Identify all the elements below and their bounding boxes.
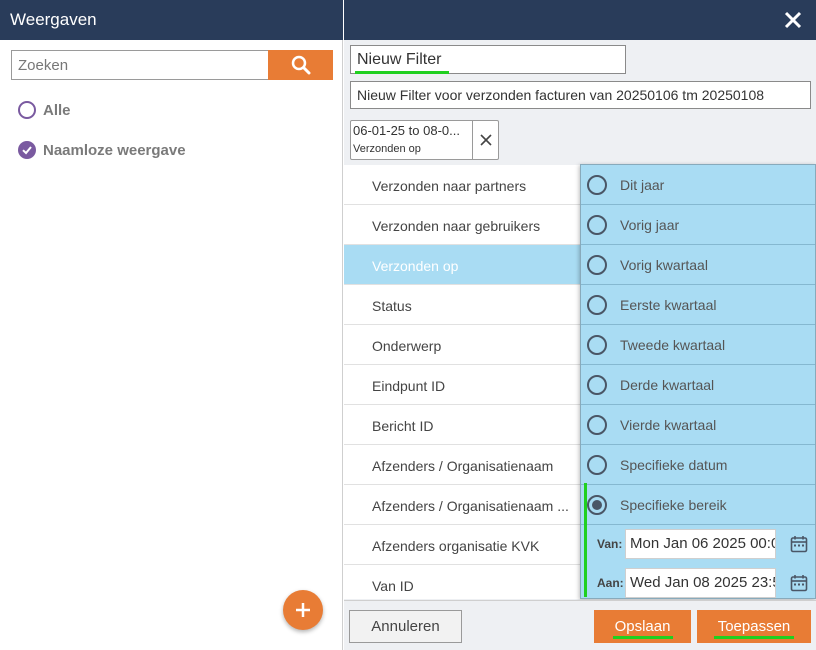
radio-icon xyxy=(587,254,607,275)
option-label: Specifieke bereik xyxy=(620,496,727,513)
close-icon xyxy=(480,134,492,146)
view-label: Alle xyxy=(43,101,71,119)
field-item-active[interactable]: Verzonden op xyxy=(344,245,584,285)
apply-button[interactable]: Toepassen xyxy=(697,610,811,643)
close-icon xyxy=(784,11,802,29)
option-label: Vorig kwartaal xyxy=(620,256,708,273)
field-item[interactable]: Afzenders / Organisatienaam ... xyxy=(344,485,584,525)
search-icon xyxy=(291,55,310,75)
chip-value: 06-01-25 to 08-0... xyxy=(353,123,460,138)
radio-icon xyxy=(587,454,607,475)
field-item[interactable]: Onderwerp xyxy=(344,325,584,365)
radio-icon xyxy=(587,334,607,355)
save-button[interactable]: Opslaan xyxy=(594,610,691,643)
filter-header xyxy=(344,0,816,40)
field-item[interactable]: Verzonden naar gebruikers xyxy=(344,205,584,245)
filter-name-text: Nieuw Filter xyxy=(357,51,442,68)
filter-description-input[interactable]: Nieuw Filter voor verzonden facturen van… xyxy=(350,81,811,109)
apply-label: Toepassen xyxy=(717,618,791,635)
option-label: Derde kwartaal xyxy=(620,376,715,393)
field-item[interactable]: Eindpunt ID xyxy=(344,365,584,405)
range-to-row: Aan: Wed Jan 08 2025 23:5 xyxy=(581,568,815,598)
filter-panel: Nieuw Filter Nieuw Filter voor verzonden… xyxy=(344,0,816,650)
add-view-button[interactable] xyxy=(283,590,323,630)
check-circle-icon xyxy=(18,141,36,159)
to-date-input[interactable]: Wed Jan 08 2025 23:5 xyxy=(625,568,776,598)
option-vorig-jaar[interactable]: Vorig jaar xyxy=(581,205,815,245)
spellcheck-underline xyxy=(714,636,794,639)
active-filter-chip[interactable]: 06-01-25 to 08-0... Verzonden op xyxy=(350,120,499,160)
field-item[interactable]: Van ID xyxy=(344,565,584,605)
option-dit-jaar[interactable]: Dit jaar xyxy=(581,165,815,205)
calendar-icon[interactable] xyxy=(790,574,808,592)
radio-icon xyxy=(587,174,607,195)
spellcheck-underline xyxy=(355,71,449,74)
focus-indicator xyxy=(584,483,587,597)
option-label: Tweede kwartaal xyxy=(620,336,726,353)
radio-icon xyxy=(587,294,607,315)
option-specifieke-bereik[interactable]: Specifieke bereik xyxy=(581,485,815,525)
radio-icon xyxy=(587,414,607,435)
field-item[interactable]: Status xyxy=(344,285,584,325)
option-eerste-kwartaal[interactable]: Eerste kwartaal xyxy=(581,285,815,325)
search-input[interactable] xyxy=(11,50,268,80)
remove-chip-button[interactable] xyxy=(472,121,499,159)
option-derde-kwartaal[interactable]: Derde kwartaal xyxy=(581,365,815,405)
option-label: Vorig jaar xyxy=(620,216,680,233)
radio-icon xyxy=(18,101,36,119)
to-label: Aan: xyxy=(597,576,624,590)
option-label: Dit jaar xyxy=(620,176,665,193)
field-item[interactable]: Afzenders / Organisatienaam xyxy=(344,445,584,485)
chip-label: Verzonden op xyxy=(353,143,421,155)
option-tweede-kwartaal[interactable]: Tweede kwartaal xyxy=(581,325,815,365)
radio-icon xyxy=(587,374,607,395)
from-date-input[interactable]: Mon Jan 06 2025 00:0 xyxy=(625,529,776,559)
field-item[interactable]: Verzonden naar partners xyxy=(344,165,584,205)
range-from-row: Van: Mon Jan 06 2025 00:0 xyxy=(581,529,815,559)
view-item-naamloze-weergave[interactable]: Naamloze weergave xyxy=(18,139,186,161)
filter-name-input[interactable]: Nieuw Filter xyxy=(350,45,626,74)
option-label: Eerste kwartaal xyxy=(620,296,717,313)
view-item-alle[interactable]: Alle xyxy=(18,99,71,121)
search-button[interactable] xyxy=(268,50,333,80)
filter-footer: Annuleren Opslaan Toepassen xyxy=(344,600,816,650)
date-options-dropdown: Dit jaar Vorig jaar Vorig kwartaal Eerst… xyxy=(580,164,816,599)
date-range-fields: Van: Mon Jan 06 2025 00:0 Aan: Wed Jan 0… xyxy=(581,525,815,600)
field-item[interactable]: Afzenders organisatie KVK xyxy=(344,525,584,565)
field-list: Verzonden naar partners Verzonden naar g… xyxy=(344,165,584,605)
calendar-icon[interactable] xyxy=(790,535,808,553)
close-button[interactable] xyxy=(782,9,804,31)
views-title: Weergaven xyxy=(0,0,343,40)
radio-selected-icon xyxy=(587,494,607,515)
view-label: Naamloze weergave xyxy=(43,141,186,159)
cancel-button[interactable]: Annuleren xyxy=(349,610,462,643)
option-specifieke-datum[interactable]: Specifieke datum xyxy=(581,445,815,485)
filter-description-text: Nieuw Filter voor verzonden facturen van… xyxy=(357,87,765,103)
field-item[interactable]: Bericht ID xyxy=(344,405,584,445)
spellcheck-underline xyxy=(612,636,673,639)
plus-icon xyxy=(296,603,310,617)
option-label: Vierde kwartaal xyxy=(620,416,717,433)
option-vorig-kwartaal[interactable]: Vorig kwartaal xyxy=(581,245,815,285)
option-vierde-kwartaal[interactable]: Vierde kwartaal xyxy=(581,405,815,445)
save-label: Opslaan xyxy=(614,618,671,635)
radio-icon xyxy=(587,214,607,235)
views-panel: Weergaven Alle Naamloze weergave xyxy=(0,0,343,650)
option-label: Specifieke datum xyxy=(620,456,728,473)
from-label: Van: xyxy=(597,537,623,551)
